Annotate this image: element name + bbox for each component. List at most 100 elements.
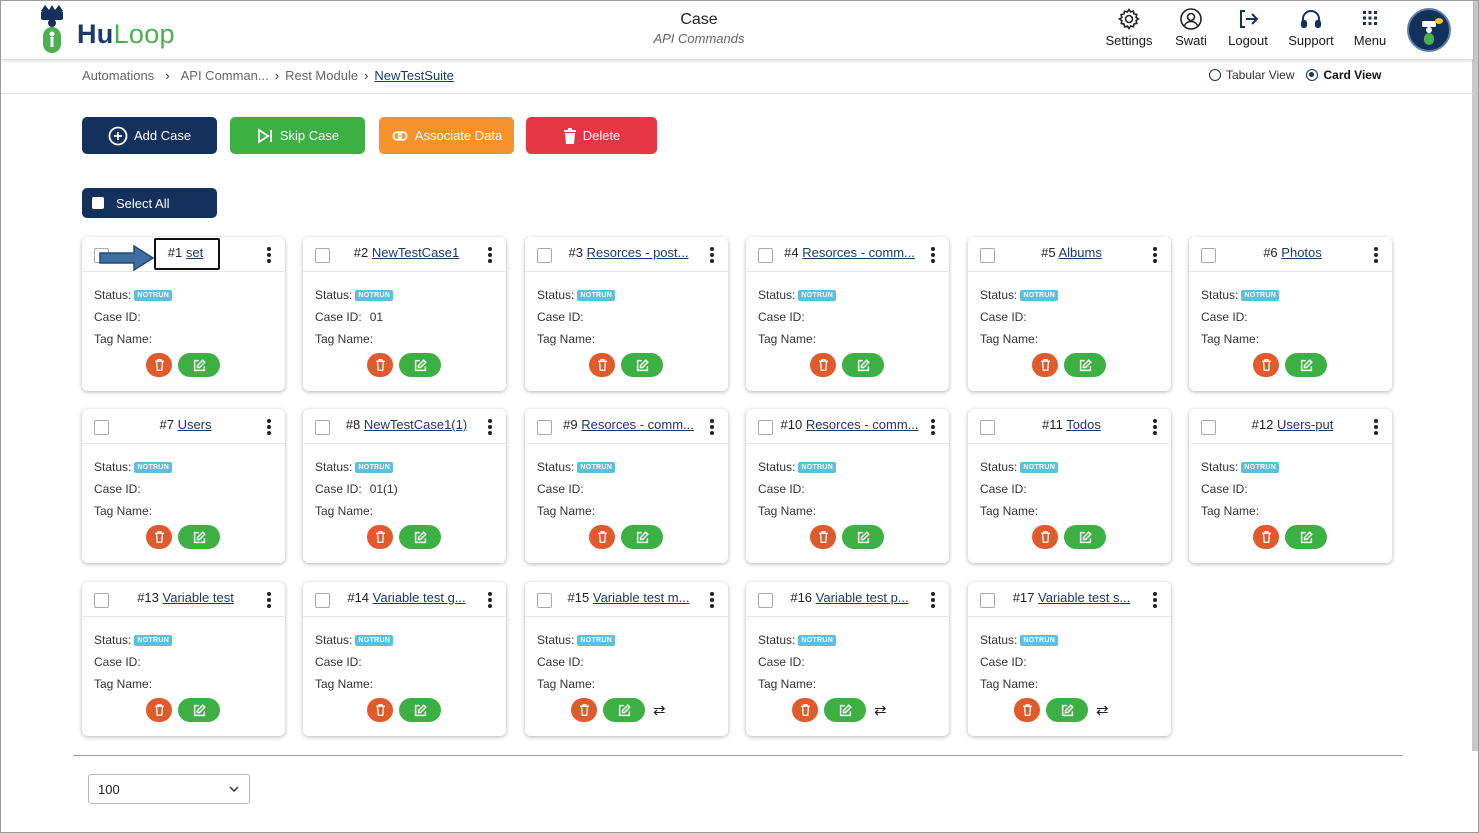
- case-checkbox[interactable]: [537, 420, 552, 435]
- case-checkbox[interactable]: [315, 593, 330, 608]
- case-checkbox[interactable]: [537, 593, 552, 608]
- edit-case-button[interactable]: [824, 698, 866, 722]
- case-card[interactable]: #2 NewTestCase1 Status: NOTRUN Case ID: 01 Ta…: [303, 237, 506, 391]
- case-card[interactable]: #9 Resorces - comm... Status: NOTRUN Case I…: [525, 409, 728, 563]
- delete-case-button[interactable]: [1253, 525, 1279, 549]
- kebab-menu-icon[interactable]: [931, 592, 935, 608]
- case-card[interactable]: #11 Todos Status: NOTRUN Case ID: Tag Name:: [968, 409, 1171, 563]
- edit-case-button[interactable]: [399, 698, 441, 722]
- huloop-logo[interactable]: HuLoop: [31, 5, 191, 55]
- delete-case-button[interactable]: [1253, 353, 1279, 377]
- delete-case-button[interactable]: [1014, 698, 1040, 722]
- edit-case-button[interactable]: [178, 525, 220, 549]
- case-name-link[interactable]: Users-put: [1277, 417, 1333, 432]
- edit-case-button[interactable]: [842, 353, 884, 377]
- edit-case-button[interactable]: [621, 353, 663, 377]
- kebab-menu-icon[interactable]: [1153, 247, 1157, 263]
- edit-case-button[interactable]: [603, 698, 645, 722]
- delete-case-button[interactable]: [367, 525, 393, 549]
- kebab-menu-icon[interactable]: [931, 247, 935, 263]
- case-checkbox[interactable]: [94, 593, 109, 608]
- case-card[interactable]: #5 Albums Status: NOTRUN Case ID: Tag Name:: [968, 237, 1171, 391]
- case-name-link[interactable]: Todos: [1066, 417, 1101, 432]
- breadcrumb-rest-module[interactable]: Rest Module: [285, 68, 358, 83]
- case-checkbox[interactable]: [980, 420, 995, 435]
- delete-case-button[interactable]: [146, 698, 172, 722]
- case-card[interactable]: #13 Variable test Status: NOTRUN Case ID: Ta…: [82, 582, 285, 736]
- delete-case-button[interactable]: [810, 525, 836, 549]
- edit-case-button[interactable]: [842, 525, 884, 549]
- kebab-menu-icon[interactable]: [488, 592, 492, 608]
- menu-nav[interactable]: Menu: [1350, 7, 1390, 48]
- case-name-link[interactable]: Users: [178, 417, 212, 432]
- case-checkbox[interactable]: [980, 248, 995, 263]
- breadcrumb-api-commands[interactable]: API Comman...: [181, 68, 269, 83]
- case-name-link[interactable]: NewTestCase1: [372, 245, 459, 260]
- swap-icon[interactable]: ⇄: [653, 701, 666, 719]
- delete-case-button[interactable]: [1032, 353, 1058, 377]
- case-checkbox[interactable]: [758, 248, 773, 263]
- kebab-menu-icon[interactable]: [267, 592, 271, 608]
- card-view-option[interactable]: Card View: [1306, 68, 1381, 82]
- kebab-menu-icon[interactable]: [1374, 247, 1378, 263]
- case-checkbox[interactable]: [758, 420, 773, 435]
- case-card[interactable]: #6 Photos Status: NOTRUN Case ID: Tag Name:: [1189, 237, 1392, 391]
- case-name-link[interactable]: Variable test: [163, 590, 234, 605]
- case-name-link[interactable]: Variable test g...: [373, 590, 466, 605]
- case-checkbox[interactable]: [94, 420, 109, 435]
- case-name-link[interactable]: Variable test p...: [816, 590, 909, 605]
- delete-case-button[interactable]: [367, 353, 393, 377]
- case-checkbox[interactable]: [537, 248, 552, 263]
- case-card[interactable]: #16 Variable test p... Status: NOTRUN Case …: [746, 582, 949, 736]
- swap-icon[interactable]: ⇄: [874, 701, 887, 719]
- kebab-menu-icon[interactable]: [267, 419, 271, 435]
- edit-case-button[interactable]: [1285, 525, 1327, 549]
- swap-icon[interactable]: ⇄: [1096, 701, 1109, 719]
- case-name-link[interactable]: NewTestCase1(1): [364, 417, 467, 432]
- edit-case-button[interactable]: [1064, 353, 1106, 377]
- breadcrumb-current-suite[interactable]: NewTestSuite: [374, 68, 453, 83]
- delete-case-button[interactable]: [146, 525, 172, 549]
- delete-case-button[interactable]: [571, 698, 597, 722]
- edit-case-button[interactable]: [399, 525, 441, 549]
- breadcrumb-automations[interactable]: Automations: [82, 68, 154, 83]
- kebab-menu-icon[interactable]: [1374, 419, 1378, 435]
- case-checkbox[interactable]: [315, 420, 330, 435]
- delete-case-button[interactable]: [589, 353, 615, 377]
- case-name-link[interactable]: Photos: [1281, 245, 1321, 260]
- delete-case-button[interactable]: [367, 698, 393, 722]
- edit-case-button[interactable]: [1285, 353, 1327, 377]
- edit-case-button[interactable]: [178, 353, 220, 377]
- user-nav[interactable]: Swati: [1169, 7, 1213, 48]
- case-name-link[interactable]: Resorces - comm...: [806, 417, 919, 432]
- case-card[interactable]: #15 Variable test m... Status: NOTRUN Case …: [525, 582, 728, 736]
- case-checkbox[interactable]: [758, 593, 773, 608]
- kebab-menu-icon[interactable]: [710, 247, 714, 263]
- case-checkbox[interactable]: [1201, 248, 1216, 263]
- case-name-link[interactable]: Variable test m...: [593, 590, 690, 605]
- case-card[interactable]: #7 Users Status: NOTRUN Case ID: Tag Name:: [82, 409, 285, 563]
- edit-case-button[interactable]: [1064, 525, 1106, 549]
- add-case-button[interactable]: Add Case: [82, 117, 217, 154]
- kebab-menu-icon[interactable]: [1153, 592, 1157, 608]
- associate-data-button[interactable]: Associate Data: [379, 117, 514, 154]
- tabular-view-option[interactable]: Tabular View: [1209, 68, 1294, 82]
- kebab-menu-icon[interactable]: [710, 419, 714, 435]
- case-checkbox[interactable]: [315, 248, 330, 263]
- case-name-link[interactable]: Resorces - post...: [587, 245, 689, 260]
- logout-nav[interactable]: Logout: [1225, 7, 1271, 48]
- case-card[interactable]: #12 Users-put Status: NOTRUN Case ID: Tag Na…: [1189, 409, 1392, 563]
- case-checkbox[interactable]: [1201, 420, 1216, 435]
- case-name-link[interactable]: Resorces - comm...: [581, 417, 694, 432]
- edit-case-button[interactable]: [621, 525, 663, 549]
- select-all-checkbox[interactable]: [92, 197, 104, 209]
- support-nav[interactable]: Support: [1285, 7, 1337, 48]
- case-card[interactable]: #4 Resorces - comm... Status: NOTRUN Case I…: [746, 237, 949, 391]
- kebab-menu-icon[interactable]: [931, 419, 935, 435]
- assistant-avatar[interactable]: [1407, 8, 1451, 52]
- delete-case-button[interactable]: [810, 353, 836, 377]
- kebab-menu-icon[interactable]: [1153, 419, 1157, 435]
- case-card[interactable]: #10 Resorces - comm... Status: NOTRUN Case …: [746, 409, 949, 563]
- kebab-menu-icon[interactable]: [488, 419, 492, 435]
- settings-nav[interactable]: Settings: [1102, 7, 1156, 48]
